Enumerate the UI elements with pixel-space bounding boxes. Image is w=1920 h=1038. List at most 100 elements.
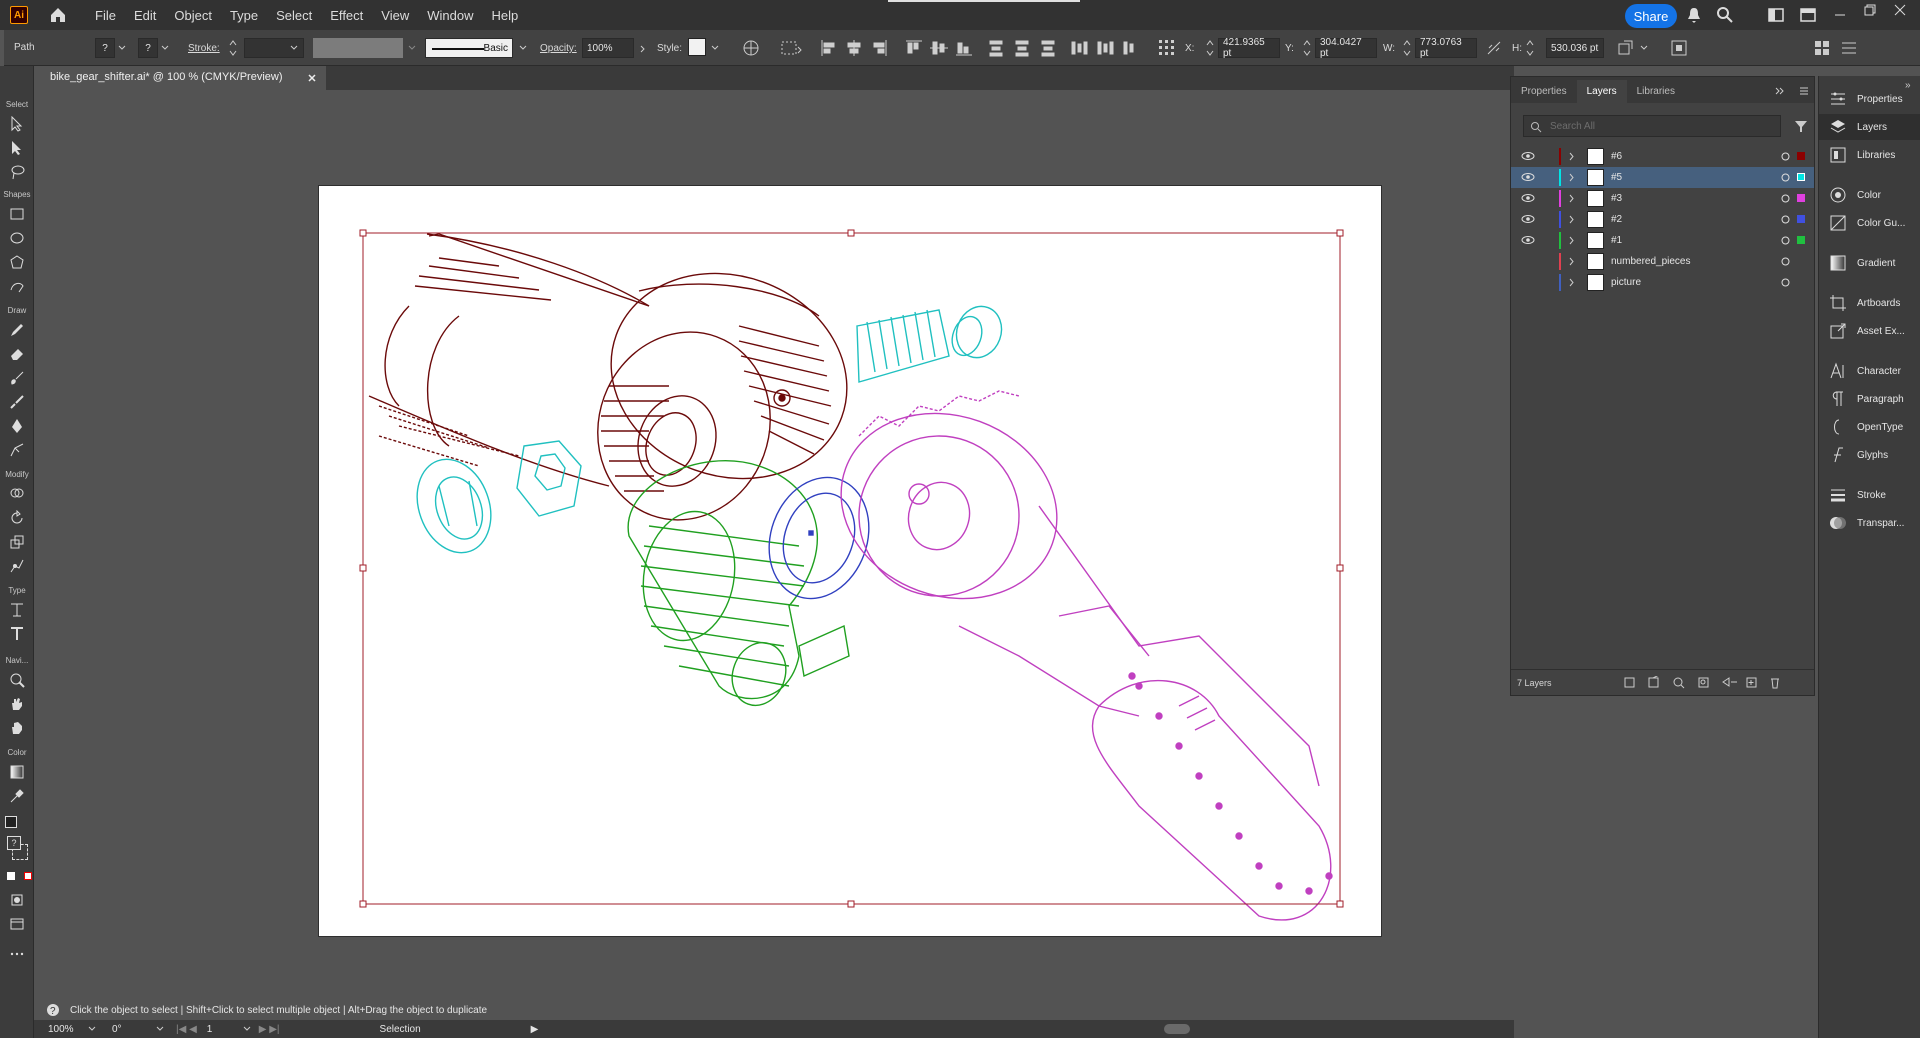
more-tools-icon[interactable] — [9, 946, 25, 962]
tab-layers[interactable]: Layers — [1576, 80, 1627, 103]
none-mode-icon[interactable] — [24, 872, 32, 880]
artboard[interactable] — [318, 185, 1382, 937]
layer-name[interactable]: #2 — [1611, 214, 1622, 225]
layer-row[interactable]: #2 — [1511, 209, 1814, 230]
direct-selection-tool-icon[interactable] — [9, 140, 25, 156]
fill-stroke-swatch[interactable] — [5, 816, 17, 828]
target-circle-icon[interactable] — [1781, 152, 1790, 161]
workspace-icon[interactable] — [1800, 8, 1816, 22]
dock-transparency[interactable]: Transpar... — [1819, 510, 1920, 536]
layer-name[interactable]: #1 — [1611, 235, 1622, 246]
selection-square[interactable] — [1797, 215, 1805, 223]
scale-tool-icon[interactable] — [9, 534, 25, 550]
fill-swatch[interactable]: ? — [95, 38, 115, 58]
rectangle-tool-icon[interactable] — [9, 206, 25, 222]
app-logo[interactable]: Ai — [10, 6, 28, 24]
chevron-down-icon[interactable] — [408, 45, 416, 51]
chevron-down-icon[interactable] — [1640, 45, 1648, 51]
expand-chevron-icon[interactable] — [1569, 173, 1575, 182]
menu-window[interactable]: Window — [418, 8, 482, 23]
stroke-weight-stepper-icon[interactable] — [229, 39, 237, 57]
shape-builder-tool-icon[interactable] — [9, 486, 25, 502]
opacity-label[interactable]: Opacity: — [540, 43, 577, 54]
dock-asset-export[interactable]: Asset Ex... — [1819, 318, 1920, 344]
chevron-down-icon[interactable] — [243, 1026, 251, 1032]
layer-row[interactable]: #3 — [1511, 188, 1814, 209]
pen-tool-icon[interactable] — [9, 418, 25, 434]
stroke-swatch[interactable]: ? — [138, 38, 158, 58]
constrain-proportions-icon[interactable] — [1486, 40, 1502, 56]
chevron-down-icon[interactable] — [156, 1026, 164, 1032]
reference-point-icon[interactable] — [1158, 39, 1176, 57]
dock-gradient[interactable]: Gradient — [1819, 250, 1920, 276]
home-icon[interactable] — [48, 5, 68, 25]
blob-brush-tool-icon[interactable] — [9, 394, 25, 410]
expand-chevron-icon[interactable] — [1569, 152, 1575, 161]
expand-chevron-icon[interactable] — [1569, 215, 1575, 224]
chevron-down-icon[interactable] — [88, 1026, 96, 1032]
panel-menu-icon[interactable] — [1799, 86, 1809, 96]
brush-definition-field[interactable]: Basic — [425, 38, 513, 58]
layer-row[interactable]: picture — [1511, 272, 1814, 293]
ellipse-tool-icon[interactable] — [9, 230, 25, 246]
screen-mode-icon[interactable] — [9, 916, 25, 932]
dock-paragraph[interactable]: Paragraph — [1819, 386, 1920, 412]
target-circle-icon[interactable] — [1781, 173, 1790, 182]
layers-search-box[interactable]: Search All — [1523, 115, 1781, 137]
layer-row[interactable]: #1 — [1511, 230, 1814, 251]
dock-glyphs[interactable]: Glyphs — [1819, 442, 1920, 468]
transform-icon[interactable] — [1616, 39, 1634, 57]
dock-character[interactable]: Character — [1819, 358, 1920, 384]
rotate-tool-icon[interactable] — [9, 510, 25, 526]
layer-row[interactable]: #5 — [1511, 167, 1814, 188]
artboard-nav-first-icon[interactable]: |◀ ◀ — [176, 1024, 197, 1035]
dock-libraries[interactable]: Libraries — [1819, 142, 1920, 168]
opacity-field[interactable]: 100% — [582, 38, 634, 58]
dock-layers[interactable]: Layers — [1819, 114, 1920, 140]
control-bar-grip[interactable] — [0, 30, 4, 66]
w-stepper-icon[interactable] — [1403, 39, 1411, 57]
shaper-tool-icon[interactable] — [9, 278, 25, 294]
close-window-icon[interactable] — [1894, 4, 1906, 16]
expand-chevron-icon[interactable] — [1569, 278, 1575, 287]
filter-icon[interactable] — [1794, 119, 1808, 133]
variable-width-profile[interactable] — [313, 38, 403, 58]
visibility-eye-icon[interactable] — [1521, 214, 1535, 224]
h-stepper-icon[interactable] — [1526, 39, 1534, 57]
zoom-tool-icon[interactable] — [9, 672, 25, 688]
polygon-tool-icon[interactable] — [9, 254, 25, 270]
horizontal-scrollbar-thumb[interactable] — [1164, 1024, 1190, 1034]
chevron-right-icon[interactable] — [640, 45, 646, 53]
expand-chevron-icon[interactable] — [1569, 257, 1575, 266]
align-to-selection-icon[interactable] — [780, 40, 802, 56]
selection-square[interactable] — [1797, 152, 1805, 160]
dock-color-guide[interactable]: Color Gu... — [1819, 210, 1920, 236]
target-circle-icon[interactable] — [1781, 215, 1790, 224]
control-panel-menu-icon[interactable] — [1840, 39, 1858, 57]
graph-tool-icon[interactable] — [9, 602, 25, 618]
eraser-tool-icon[interactable] — [9, 346, 25, 362]
curvature-tool-icon[interactable] — [9, 442, 25, 458]
puppet-warp-tool-icon[interactable] — [9, 558, 25, 574]
dock-stroke[interactable]: Stroke — [1819, 482, 1920, 508]
layers-footer-actions-icon[interactable] — [1623, 676, 1813, 690]
type-tool-icon[interactable] — [9, 626, 25, 642]
chevron-down-icon[interactable] — [118, 45, 126, 51]
pencil-tool-icon[interactable] — [9, 322, 25, 338]
paintbrush-tool-icon[interactable] — [9, 370, 25, 386]
target-circle-icon[interactable] — [1781, 257, 1790, 266]
layer-name[interactable]: #6 — [1611, 151, 1622, 162]
chevron-down-icon[interactable] — [519, 45, 527, 51]
zoom-level[interactable]: 100% — [48, 1024, 88, 1035]
bell-icon[interactable] — [1686, 6, 1702, 24]
menu-file[interactable]: File — [86, 8, 125, 23]
h-field[interactable]: 530.036 pt — [1546, 38, 1604, 58]
x-field[interactable]: 421.9365 pt — [1218, 37, 1280, 59]
arrange-documents-icon[interactable] — [1768, 8, 1784, 22]
hand-tool-icon[interactable] — [9, 696, 25, 712]
menu-edit[interactable]: Edit — [125, 8, 165, 23]
selection-square[interactable] — [1797, 173, 1805, 181]
draw-mode-icon[interactable] — [9, 892, 25, 908]
share-button[interactable]: Share — [1625, 4, 1677, 28]
menu-effect[interactable]: Effect — [321, 8, 372, 23]
